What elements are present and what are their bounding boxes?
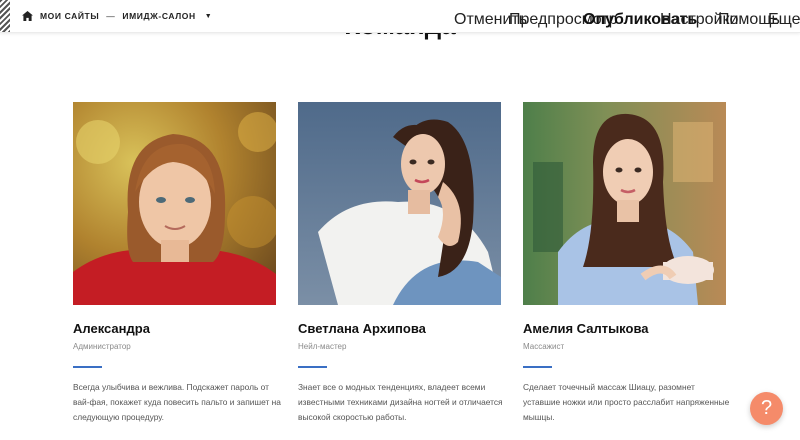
team-member-description: Всегда улыбчива и вежлива. Подскажет пар… — [73, 382, 281, 422]
breadcrumb[interactable]: МОИ САЙТЫ — ИМИДЖ-САЛОН ▼ — [22, 0, 212, 32]
accent-divider — [73, 366, 102, 368]
team-photo-1 — [73, 102, 276, 305]
team-card: Александра Администратор Всегда улыбчива… — [73, 102, 281, 422]
team-card: Светлана Архипова Нейл-мастер Знает все … — [298, 102, 503, 422]
chevron-down-icon[interactable]: ▼ — [205, 13, 213, 20]
team-member-name: Амелия Салтыкова — [523, 321, 649, 336]
team-member-description: Знает все о модных тенденциях, владеет в… — [298, 382, 503, 422]
editor-topbar: МОИ САЙТЫ — ИМИДЖ-САЛОН ▼ Отменить Предп… — [0, 0, 800, 33]
team-member-description: Сделает точечный массаж Шиацу, разомнет … — [523, 382, 730, 422]
home-icon[interactable] — [22, 11, 33, 21]
team-card: Амелия Салтыкова Массажист Сделает точеч… — [523, 102, 729, 422]
breadcrumb-separator: — — [106, 11, 116, 21]
team-member-name: Александра — [73, 321, 150, 336]
team-photo-2 — [298, 102, 501, 305]
accent-divider — [298, 366, 327, 368]
help-button[interactable]: ? — [750, 392, 783, 425]
team-member-role: Массажист — [523, 342, 565, 351]
more-menu-label: Еще — [768, 11, 800, 28]
zigzag-decoration — [0, 0, 10, 32]
breadcrumb-site-name[interactable]: ИМИДЖ-САЛОН — [122, 11, 195, 21]
team-member-name: Светлана Архипова — [298, 321, 426, 336]
breadcrumb-my-sites[interactable]: МОИ САЙТЫ — [40, 11, 99, 21]
accent-divider — [523, 366, 552, 368]
team-member-role: Нейл-мастер — [298, 342, 347, 351]
more-menu-button[interactable]: Еще ▼ — [768, 11, 800, 29]
team-photo-3 — [523, 102, 726, 305]
team-member-role: Администратор — [73, 342, 131, 351]
